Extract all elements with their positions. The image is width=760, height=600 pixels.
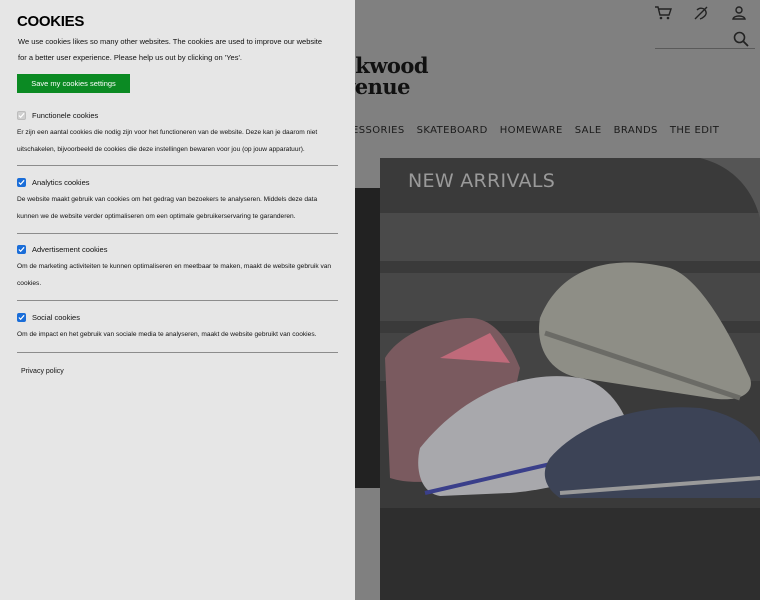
cookie-section-analytics: Analytics cookies De website maakt gebru… bbox=[17, 176, 338, 225]
hero-title: NEW ARRIVALS bbox=[408, 170, 556, 192]
functional-label: Functionele cookies bbox=[32, 110, 99, 120]
nav-item-brands[interactable]: BRANDS bbox=[614, 125, 658, 136]
section-divider bbox=[17, 233, 338, 234]
header-icons bbox=[652, 4, 750, 22]
main-nav: ESSORIES SKATEBOARD HOMEWARE SALE BRANDS… bbox=[352, 125, 719, 136]
section-divider bbox=[17, 165, 338, 166]
social-description: Om de impact en het gebruik van sociale … bbox=[17, 331, 317, 338]
section-divider bbox=[17, 352, 338, 353]
hero-side-image bbox=[355, 188, 380, 488]
wishlist-icon[interactable] bbox=[690, 4, 712, 22]
advertisement-label: Advertisement cookies bbox=[32, 244, 108, 254]
privacy-policy-link[interactable]: Privacy policy bbox=[21, 368, 64, 375]
site-logo[interactable]: ckwood venue bbox=[343, 53, 429, 99]
cookie-section-functional: Functionele cookies Er zijn een aantal c… bbox=[17, 109, 338, 158]
nav-item-skateboard[interactable]: SKATEBOARD bbox=[417, 125, 488, 136]
analytics-label: Analytics cookies bbox=[32, 177, 90, 187]
nav-item-the-edit[interactable]: THE EDIT bbox=[670, 125, 719, 136]
search-icon[interactable] bbox=[732, 30, 750, 48]
cookie-panel-title: COOKIES bbox=[17, 13, 85, 30]
cookie-section-social: Social cookies Om de impact en het gebru… bbox=[17, 311, 338, 344]
cookie-option-advertisement[interactable]: Advertisement cookies bbox=[17, 243, 338, 255]
search-input[interactable] bbox=[655, 48, 755, 49]
hero-banner[interactable]: NEW ARRIVALS bbox=[380, 158, 760, 600]
advertisement-description: Om de marketing activiteiten te kunnen o… bbox=[17, 263, 332, 287]
functional-checkbox[interactable] bbox=[17, 110, 26, 120]
social-checkbox[interactable] bbox=[17, 312, 26, 322]
logo-line-1: ckwood bbox=[343, 53, 429, 78]
account-icon[interactable] bbox=[728, 4, 750, 22]
logo-line-2: venue bbox=[343, 74, 410, 99]
section-divider bbox=[17, 300, 338, 301]
cart-icon[interactable] bbox=[652, 4, 674, 22]
analytics-description: De website maakt gebruik van cookies om … bbox=[17, 196, 318, 220]
advertisement-checkbox[interactable] bbox=[17, 244, 26, 254]
nav-item-homeware[interactable]: HOMEWARE bbox=[500, 125, 563, 136]
cookie-option-analytics[interactable]: Analytics cookies bbox=[17, 176, 338, 188]
nav-item-sale[interactable]: SALE bbox=[575, 125, 602, 136]
cookie-option-social[interactable]: Social cookies bbox=[17, 311, 338, 323]
hero-image bbox=[380, 158, 760, 600]
cookie-panel: COOKIES We use cookies likes so many oth… bbox=[0, 0, 355, 600]
functional-description: Er zijn een aantal cookies die nodig zij… bbox=[17, 129, 318, 153]
social-label: Social cookies bbox=[32, 312, 80, 322]
save-cookie-settings-button[interactable]: Save my cookies settings bbox=[17, 74, 130, 93]
cookie-intro-text: We use cookies likes so many other websi… bbox=[18, 37, 323, 62]
analytics-checkbox[interactable] bbox=[17, 177, 26, 187]
cookie-section-advertisement: Advertisement cookies Om de marketing ac… bbox=[17, 243, 338, 292]
nav-item-accessories[interactable]: ESSORIES bbox=[352, 125, 405, 136]
cookie-option-functional[interactable]: Functionele cookies bbox=[17, 109, 338, 121]
